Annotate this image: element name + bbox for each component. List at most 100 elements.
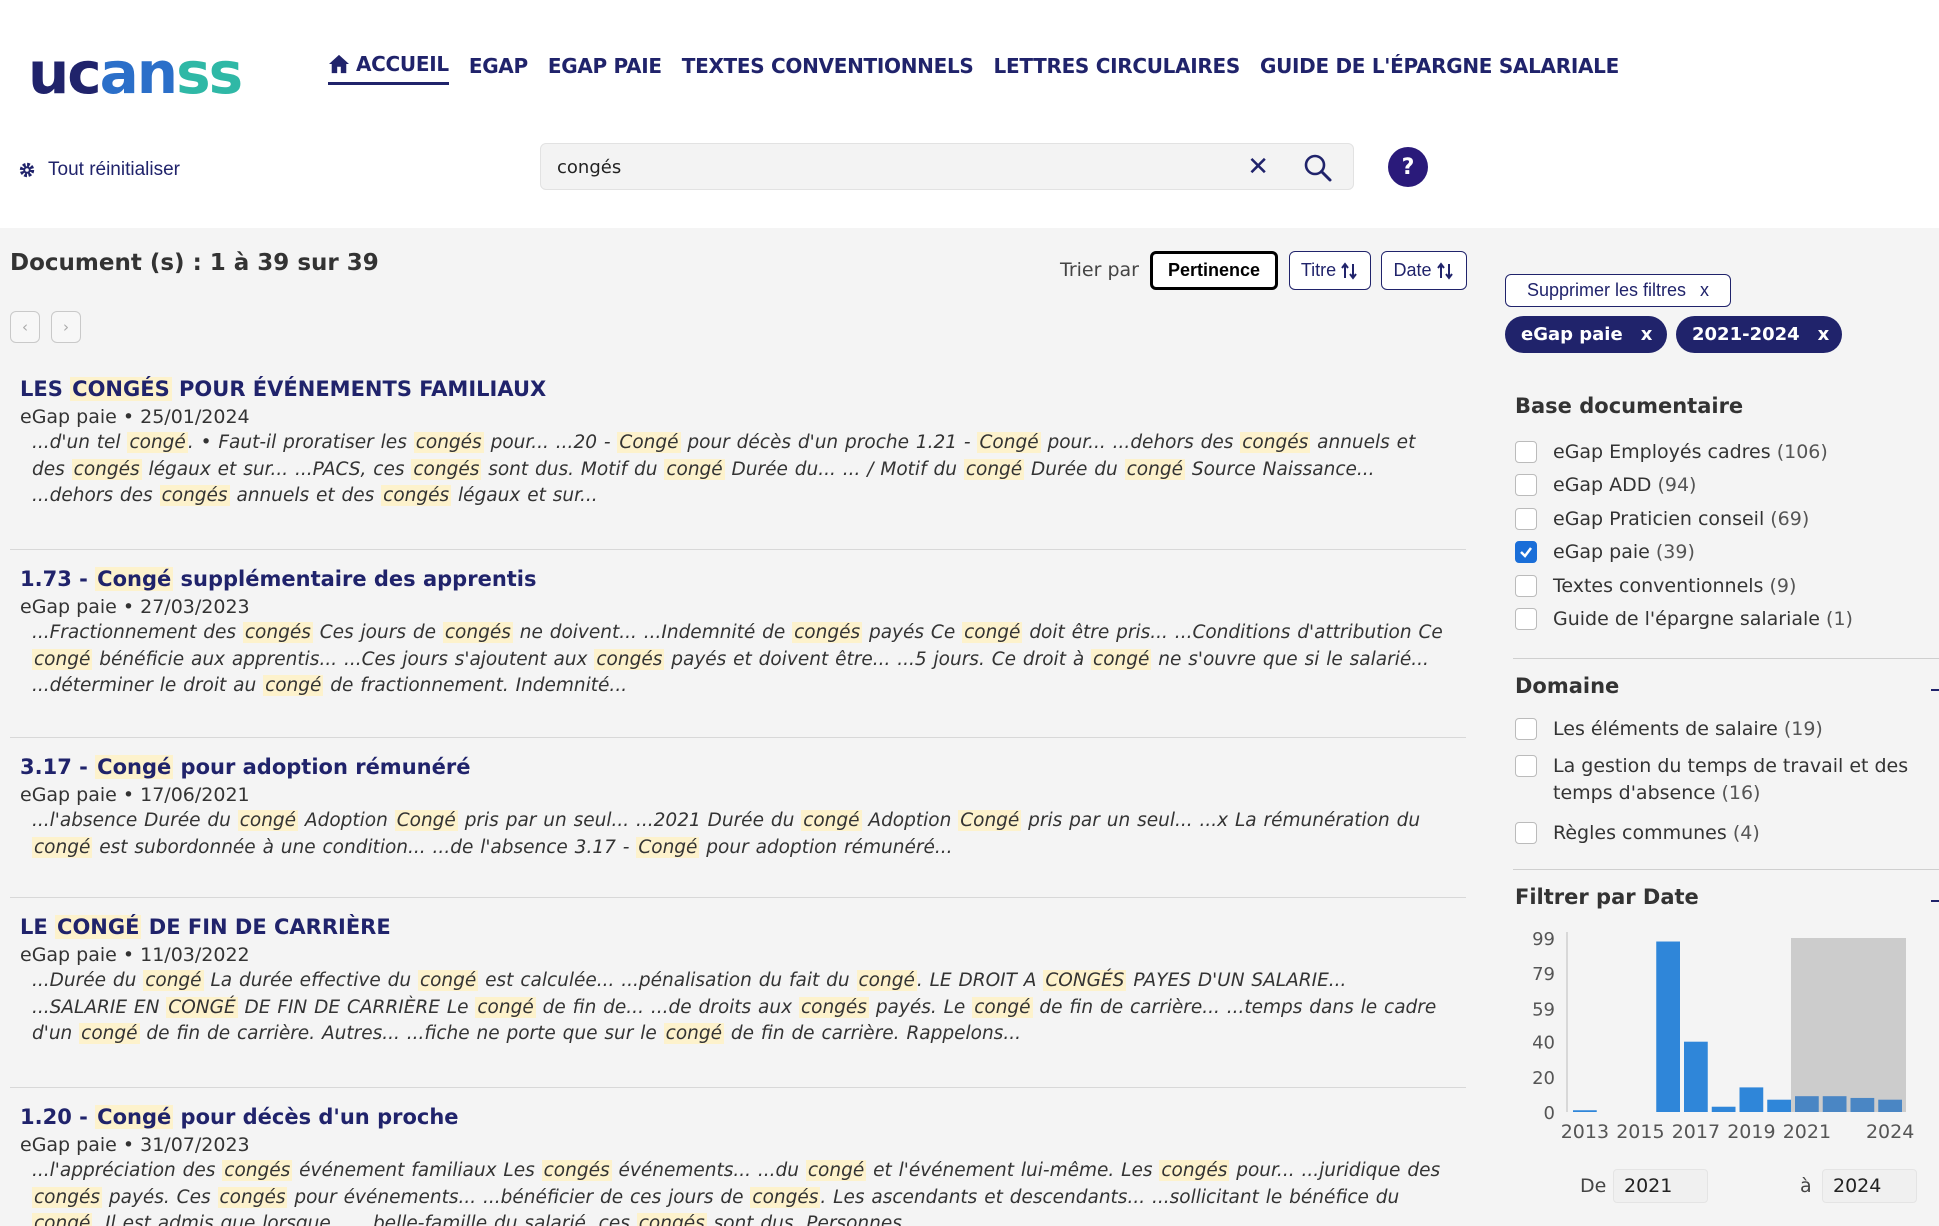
title-text: pour décès d'un proche [173,1105,459,1129]
filter-option[interactable]: Règles communes (4) [1515,820,1760,847]
help-button[interactable]: ? [1388,147,1428,187]
ucanss-logo[interactable]: ucanss [28,44,243,102]
result-title[interactable]: LES CONGÉS POUR ÉVÉNEMENTS FAMILIAUX [20,374,1456,404]
snippet-text: est calculée... ...pénalisation du fait … [478,970,857,991]
histogram-bar-2023[interactable] [1850,1097,1875,1112]
highlight: congés [217,1186,288,1208]
result-item[interactable]: 1.73 - Congé supplémentaire des apprenti… [10,550,1466,738]
option-label: Règles communes [1553,822,1727,844]
result-title[interactable]: 1.20 - Congé pour décès d'un proche [20,1102,1456,1132]
reset-all-button[interactable]: Tout réinitialiser [18,159,180,181]
nav-item-egap-paie[interactable]: EGAP PAIE [548,52,662,85]
nav-item-lettres-circulaires[interactable]: LETTRES CIRCULAIRES [993,52,1241,85]
highlight: Congé [977,432,1041,453]
prev-page-button[interactable]: ‹ [10,311,40,343]
date-from-input[interactable]: 2021 [1613,1169,1708,1203]
highlight: congé [856,970,917,991]
checkbox[interactable] [1515,822,1537,844]
histogram-bar-2020[interactable] [1767,1099,1791,1112]
close-icon[interactable]: x [1818,324,1830,345]
option-label: Textes conventionnels [1553,575,1764,597]
result-item[interactable]: 1.20 - Congé pour décès d'un proche eGap … [10,1088,1466,1226]
snippet-text: Durée du... ... / Motif du [724,458,964,480]
option-label: La gestion du temps de travail et des [1553,755,1909,777]
snippet-text: ...d'un tel [32,432,128,453]
histogram-bar-2018[interactable] [1711,1106,1736,1112]
filter-option[interactable]: eGap ADD (94) [1515,472,1696,499]
sort-title-button[interactable]: Titre [1289,251,1371,290]
filter-option[interactable]: Les éléments de salaire (19) [1515,716,1823,743]
y-tick-label: 59 [1532,999,1555,1020]
highlight: Congé [617,432,681,453]
search-value[interactable]: congés [557,157,621,178]
checkbox[interactable] [1515,755,1537,777]
highlight: congé [962,622,1023,643]
snippet-text: pris par un seul... ...2021 Durée du [457,810,802,831]
checkbox[interactable] [1515,608,1537,630]
clear-filters-button[interactable]: Supprimer les filtres x [1505,274,1731,307]
result-item[interactable]: LES CONGÉS POUR ÉVÉNEMENTS FAMILIAUX eGap… [10,360,1466,550]
filter-chip-egap-paie[interactable]: eGap paie x [1505,316,1667,353]
search-input[interactable]: congés ✕ [540,143,1354,190]
checkbox[interactable] [1515,508,1537,530]
filter-option[interactable]: eGap paie (39) [1515,539,1695,566]
result-item[interactable]: LE CONGÉ DE FIN DE CARRIÈRE eGap paie • 1… [10,898,1466,1088]
histogram-bar-2021[interactable] [1795,1096,1819,1112]
histogram-bar-2019[interactable] [1739,1087,1764,1112]
checkbox[interactable] [1515,441,1537,463]
snippet-text: pour événements... ...bénéficier de ces … [287,1186,751,1208]
option-count: (4) [1732,822,1760,844]
nav-item-guide-epargne[interactable]: GUIDE DE L'ÉPARGNE SALARIALE [1260,52,1619,85]
checkbox[interactable] [1515,718,1537,740]
histogram-bar-2024[interactable] [1878,1099,1902,1112]
search-icon[interactable] [1303,153,1333,183]
nav-item-textes-conventionnels[interactable]: TEXTES CONVENTIONNELS [682,52,974,85]
title-text: POUR ÉVÉNEMENTS FAMILIAUX [171,377,547,401]
home-icon [329,54,349,74]
result-title[interactable]: 3.17 - Congé pour adoption rémunéré [20,752,1456,782]
nav-label: LETTRES CIRCULAIRES [993,53,1241,78]
title-text: supplémentaire des apprentis [173,567,537,591]
clear-search-icon[interactable]: ✕ [1247,152,1269,182]
checkbox-checked[interactable] [1515,541,1537,563]
snippet-text: payés. Le [868,996,973,1018]
filter-option[interactable]: eGap Employés cadres (106) [1515,439,1828,466]
y-tick-label: 99 [1532,929,1555,950]
snippet-text: sont dus. Motif du [481,458,665,480]
snippet-text: . Il est admis que lorsque... ...belle-f… [92,1213,637,1226]
selected-range[interactable] [1791,938,1906,1112]
filter-option[interactable]: Guide de l'épargne salariale (1) [1515,606,1853,633]
filter-option[interactable]: La gestion du temps de travail et des tem… [1515,753,1908,807]
result-item[interactable]: 3.17 - Congé pour adoption rémunéré eGap … [10,738,1466,898]
close-icon[interactable]: x [1641,324,1653,345]
collapse-date-icon[interactable] [1931,900,1939,902]
highlight: CONGÉS [70,377,172,401]
date-histogram[interactable]: 0 20 40 59 79 99 2013 2015 2017 2019 2021 2024 [1515,924,1939,1154]
highlight: congé [801,810,862,831]
date-to-input[interactable]: 2024 [1822,1169,1917,1203]
histogram-bar-2016[interactable] [1656,941,1680,1112]
filter-option[interactable]: eGap Praticien conseil (69) [1515,506,1809,533]
result-title[interactable]: LE CONGÉ DE FIN DE CARRIÈRE [20,912,1456,942]
filter-chip-date-range[interactable]: 2021-2024 x [1676,316,1842,353]
checkbox[interactable] [1515,575,1537,597]
highlight: congés [413,432,484,453]
highlight: congés [1240,432,1311,453]
title-text: pour adoption rémunéré [173,755,471,779]
sort-date-button[interactable]: Date [1381,251,1467,290]
checkbox[interactable] [1515,474,1537,496]
histogram-bar-2017[interactable] [1684,1041,1708,1112]
next-page-button[interactable]: › [51,311,81,343]
histogram-bar-2022[interactable] [1822,1096,1847,1112]
y-tick-label: 20 [1532,1068,1555,1089]
highlight: congés [159,485,230,506]
nav-item-egap[interactable]: EGAP [469,52,528,85]
nav-item-accueil[interactable]: ACCUEIL [328,52,449,85]
filter-option[interactable]: Textes conventionnels (9) [1515,573,1796,600]
collapse-domaine-icon[interactable] [1931,689,1939,691]
result-title[interactable]: 1.73 - Congé supplémentaire des apprenti… [20,564,1456,594]
snippet-text: ne doivent... ...Indemnité de [512,622,793,643]
histogram-bar-2013[interactable] [1573,1110,1597,1112]
sort-pertinence-button[interactable]: Pertinence [1150,251,1278,290]
y-tick-label: 79 [1532,964,1555,985]
